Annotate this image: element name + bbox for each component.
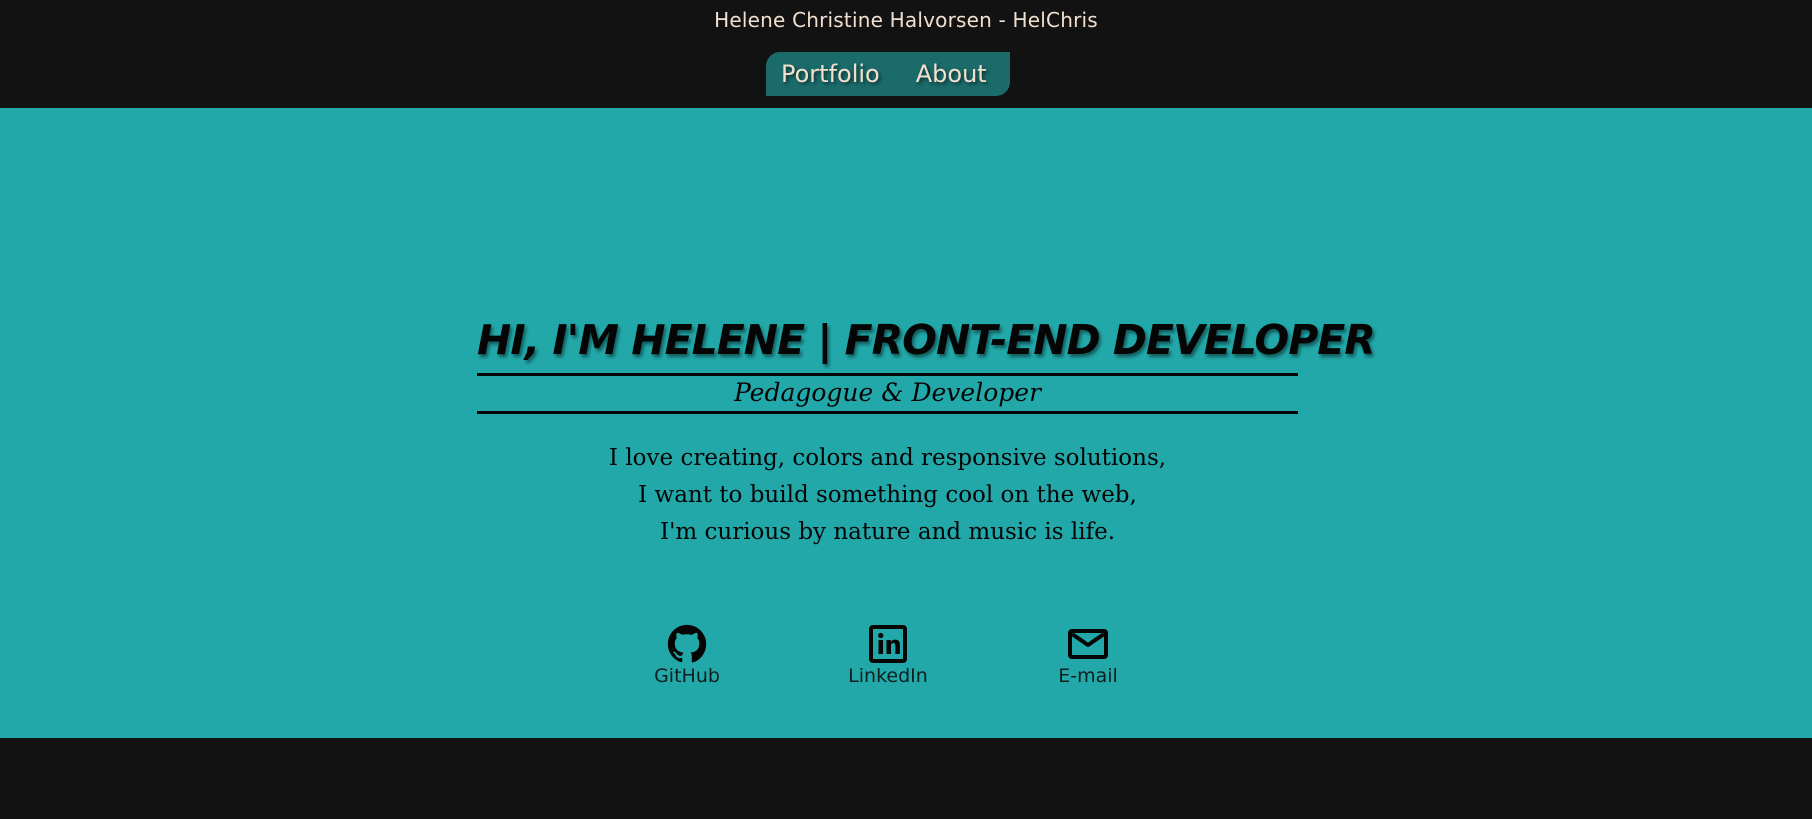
linkedin-label: LinkedIn	[848, 665, 928, 687]
headline-divider-top	[477, 373, 1298, 376]
github-label: GitHub	[654, 665, 720, 687]
page-footer	[0, 738, 1812, 819]
tagline-line: I'm curious by nature and music is life.	[659, 519, 1116, 545]
linkedin-icon	[869, 625, 907, 663]
hero-subtitle: Pedagogue & Developer	[733, 378, 1042, 407]
github-link[interactable]: GitHub	[622, 624, 752, 704]
headline-divider-bottom	[477, 411, 1298, 414]
hero-headline: HI, I'M HELENE | FRONT-END DEVELOPER	[477, 316, 1376, 364]
tagline-line: I want to build something cool on the we…	[638, 482, 1137, 508]
main-nav: Portfolio About	[766, 52, 1010, 96]
mail-icon	[1068, 629, 1108, 659]
site-header: Helene Christine Halvorsen - HelChris Po…	[0, 0, 1812, 108]
linkedin-link[interactable]: LinkedIn	[823, 624, 953, 704]
github-icon	[667, 624, 707, 663]
site-title: Helene Christine Halvorsen - HelChris	[714, 8, 1098, 32]
email-link[interactable]: E-mail	[1023, 624, 1153, 704]
tagline-line: I love creating, colors and responsive s…	[608, 445, 1167, 471]
nav-link-about[interactable]: About	[916, 60, 987, 88]
hero-section: HI, I'M HELENE | FRONT-END DEVELOPER Ped…	[0, 108, 1812, 738]
nav-link-portfolio[interactable]: Portfolio	[781, 60, 880, 88]
hero-tagline: I love creating, colors and responsive s…	[477, 440, 1298, 551]
email-label: E-mail	[1058, 665, 1118, 687]
